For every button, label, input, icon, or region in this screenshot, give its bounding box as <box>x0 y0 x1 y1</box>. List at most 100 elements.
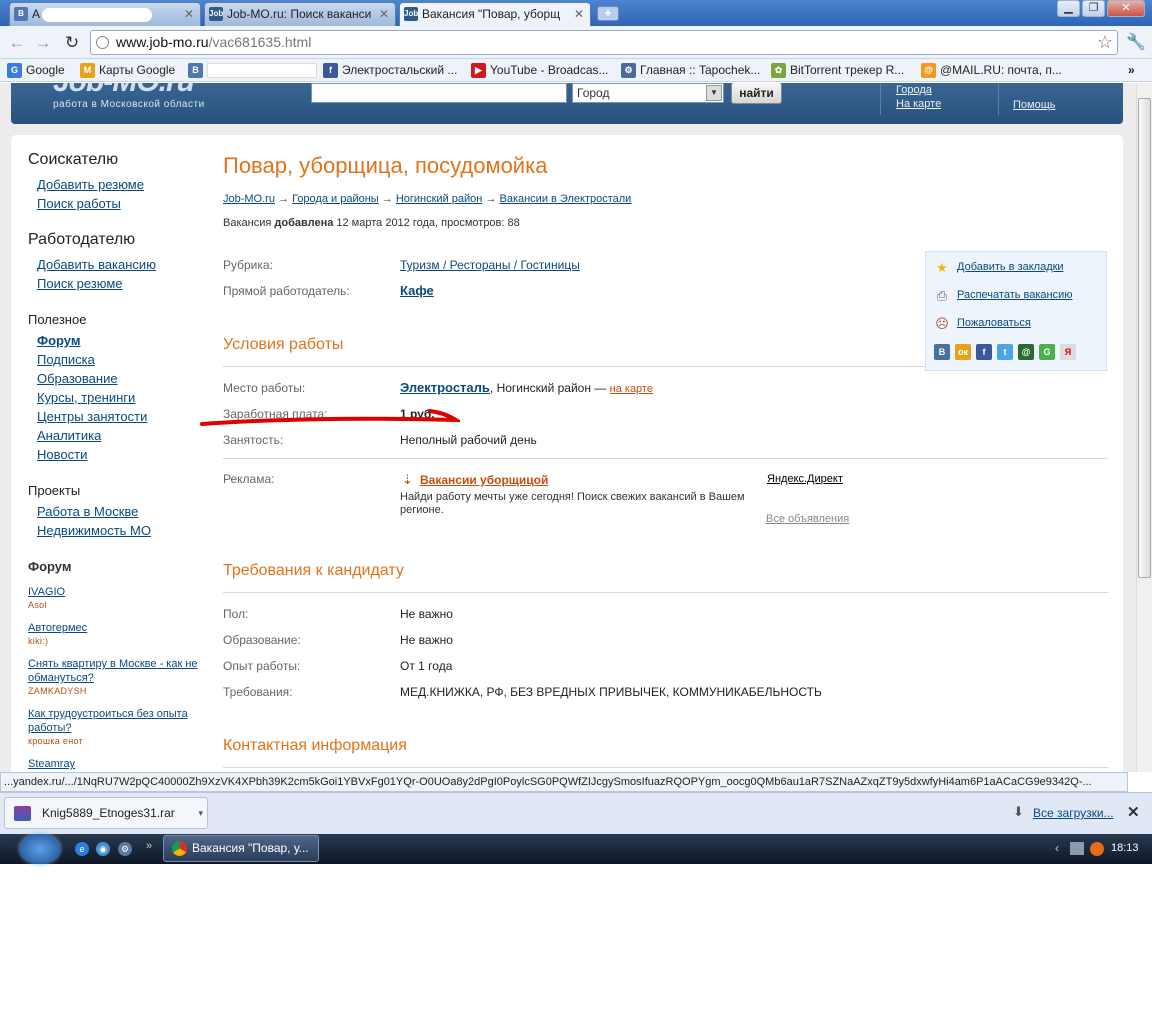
start-button[interactable] <box>20 834 60 864</box>
all-ads-link[interactable]: Все объявления <box>766 513 849 525</box>
bookmark-label: Карты Google <box>99 63 176 77</box>
subscription-link[interactable]: Подписка <box>37 352 95 367</box>
tray-expand-icon[interactable]: ‹ <box>1055 841 1059 855</box>
on-map-link[interactable]: на карте <box>610 383 653 395</box>
taskbar-task-chrome[interactable]: Вакансия "Повар, у... <box>163 835 319 862</box>
bookmark-youtube[interactable]: ▶ YouTube - Broadcas... <box>471 62 609 79</box>
bookmark-elektrostal[interactable]: f Электростальский ... <box>323 62 457 79</box>
close-icon[interactable]: ✕ <box>574 3 584 25</box>
add-vacancy-link[interactable]: Добавить вакансию <box>37 257 156 272</box>
find-button[interactable]: найти <box>731 83 782 104</box>
analytics-link[interactable]: Аналитика <box>37 428 101 443</box>
employment-centers-link[interactable]: Центры занятости <box>37 409 147 424</box>
forum-topic-link[interactable]: IVAGIO <box>28 585 198 599</box>
courses-link[interactable]: Курсы, тренинги <box>37 390 135 405</box>
tool-quicklaunch-icon[interactable]: ⚙ <box>118 842 132 856</box>
education-value: Не важно <box>400 633 453 647</box>
ad-title-link[interactable]: Вакансии уборщицой <box>420 473 548 487</box>
on-map-link[interactable]: На карте <box>896 98 941 110</box>
vk-share-icon[interactable]: В <box>934 344 950 360</box>
all-downloads-link[interactable]: Все загрузки... <box>1033 806 1114 820</box>
clock[interactable]: 18:13 <box>1111 842 1139 854</box>
news-link[interactable]: Новости <box>37 447 87 462</box>
yandex-share-icon[interactable]: Я <box>1060 344 1076 360</box>
at-sign-icon: @ <box>921 63 936 78</box>
education-link[interactable]: Образование <box>37 371 118 386</box>
breadcrumb-item[interactable]: Job-MO.ru <box>223 193 275 205</box>
quicklaunch-more-icon[interactable]: » <box>146 840 152 852</box>
help-link[interactable]: Помощь <box>1013 99 1056 111</box>
tab-vk[interactable]: В A ✕ <box>9 2 201 26</box>
address-bar[interactable]: www.job-mo.ru/vac681635.html ☆ <box>90 30 1118 55</box>
print-vacancy-link[interactable]: Распечатать вакансию <box>957 289 1073 301</box>
tab-vacancy[interactable]: Job Вакансия "Повар, уборщ ✕ <box>399 2 591 27</box>
bookmark-google-maps[interactable]: M Карты Google <box>80 62 175 79</box>
ie-quicklaunch-icon[interactable]: e <box>75 842 89 856</box>
forum-link[interactable]: Форум <box>37 333 80 348</box>
vertical-scrollbar[interactable] <box>1136 83 1152 772</box>
breadcrumb-item[interactable]: Города и районы <box>292 193 379 205</box>
wrench-menu-icon[interactable]: 🔧 <box>1126 32 1146 52</box>
close-icon[interactable]: ✕ <box>379 3 389 25</box>
minimize-button[interactable]: ▁ <box>1057 0 1080 17</box>
job-mo-icon: Job <box>209 7 223 21</box>
network-icon[interactable] <box>1070 842 1084 855</box>
tab-label: Вакансия "Повар, уборщ <box>422 7 561 21</box>
scrollbar-thumb[interactable] <box>1138 98 1151 578</box>
odnoklassniki-share-icon[interactable]: ок <box>955 344 971 360</box>
conditions-heading: Условия работы <box>223 336 344 353</box>
projects-heading: Проекты <box>28 483 81 498</box>
tab-job-search[interactable]: Job Job-MO.ru: Поиск ваканси ✕ <box>204 2 396 26</box>
bookmark-google[interactable]: G Google <box>7 62 65 79</box>
added-prefix: Вакансия <box>223 217 272 229</box>
forum-topic-link[interactable]: Автогермес <box>28 621 198 635</box>
complain-link[interactable]: Пожаловаться <box>957 317 1031 329</box>
forum-topic-link[interactable]: Снять квартиру в Москве - как не обманут… <box>28 657 198 685</box>
bookmark-vk[interactable]: В <box>188 62 317 79</box>
site-logo[interactable]: Job-MO.ru <box>53 83 195 99</box>
add-bookmark-link[interactable]: Добавить в закладки <box>957 261 1064 273</box>
bookmark-tapochek[interactable]: ⚙ Главная :: Tapochek... <box>621 62 760 79</box>
close-window-button[interactable]: ✕ <box>1107 0 1145 17</box>
realty-link[interactable]: Недвижимость МО <box>37 523 151 538</box>
resume-search-link[interactable]: Поиск резюме <box>37 276 123 291</box>
globe-icon <box>96 36 109 49</box>
chevron-down-icon[interactable]: ▾ <box>198 798 203 828</box>
add-resume-link[interactable]: Добавить резюме <box>37 177 144 192</box>
search-input[interactable] <box>311 83 567 103</box>
seeker-heading: Соискателю <box>28 151 119 168</box>
breadcrumb-item[interactable]: Вакансии в Электростали <box>499 193 631 205</box>
mailru-share-icon[interactable]: @ <box>1018 344 1034 360</box>
forum-topic-link[interactable]: Steamray <box>28 757 198 771</box>
bookmark-bittorrent[interactable]: ✿ BitTorrent трекер R... <box>771 62 904 79</box>
forum-topic-user: kiki:) <box>28 636 49 646</box>
moscow-jobs-link[interactable]: Работа в Москве <box>37 504 138 519</box>
city-select[interactable]: Город ▼ <box>572 83 724 103</box>
bookmark-star-icon[interactable]: ☆ <box>1097 31 1113 54</box>
breadcrumb-item[interactable]: Ногинский район <box>396 193 483 205</box>
back-button[interactable]: ← <box>6 32 28 54</box>
bookmark-mailru[interactable]: @ @MAIL.RU: почта, п... <box>921 62 1062 79</box>
yandex-direct-link[interactable]: Яндекс.Директ <box>767 473 843 485</box>
new-tab-button[interactable]: + <box>597 6 619 21</box>
tray-app-icon[interactable] <box>1090 842 1104 856</box>
twitter-share-icon[interactable]: t <box>997 344 1013 360</box>
close-icon[interactable]: ✕ <box>1127 803 1140 821</box>
google-share-icon[interactable]: G <box>1039 344 1055 360</box>
rss-quicklaunch-icon[interactable]: ◉ <box>96 842 110 856</box>
close-icon[interactable]: ✕ <box>184 3 194 25</box>
flower-icon: ✿ <box>771 63 786 78</box>
download-item[interactable]: Knig5889_Etnoges31.rar ▾ <box>4 797 208 829</box>
cities-link[interactable]: Города <box>896 84 932 96</box>
more-bookmarks-icon[interactable]: » <box>1128 62 1135 79</box>
useful-heading: Полезное <box>28 312 87 327</box>
facebook-share-icon[interactable]: f <box>976 344 992 360</box>
rubric-link[interactable]: Туризм / Рестораны / Гостиницы <box>400 258 580 272</box>
job-search-link[interactable]: Поиск работы <box>37 196 121 211</box>
city-link[interactable]: Электросталь <box>400 380 490 395</box>
employer-link[interactable]: Кафе <box>400 283 434 298</box>
maximize-button[interactable]: ❐ <box>1082 0 1105 17</box>
forum-topic-link[interactable]: Как трудоустроиться без опыта работы? <box>28 707 198 735</box>
reload-button[interactable]: ↻ <box>61 32 83 54</box>
forward-button[interactable]: → <box>32 32 54 54</box>
